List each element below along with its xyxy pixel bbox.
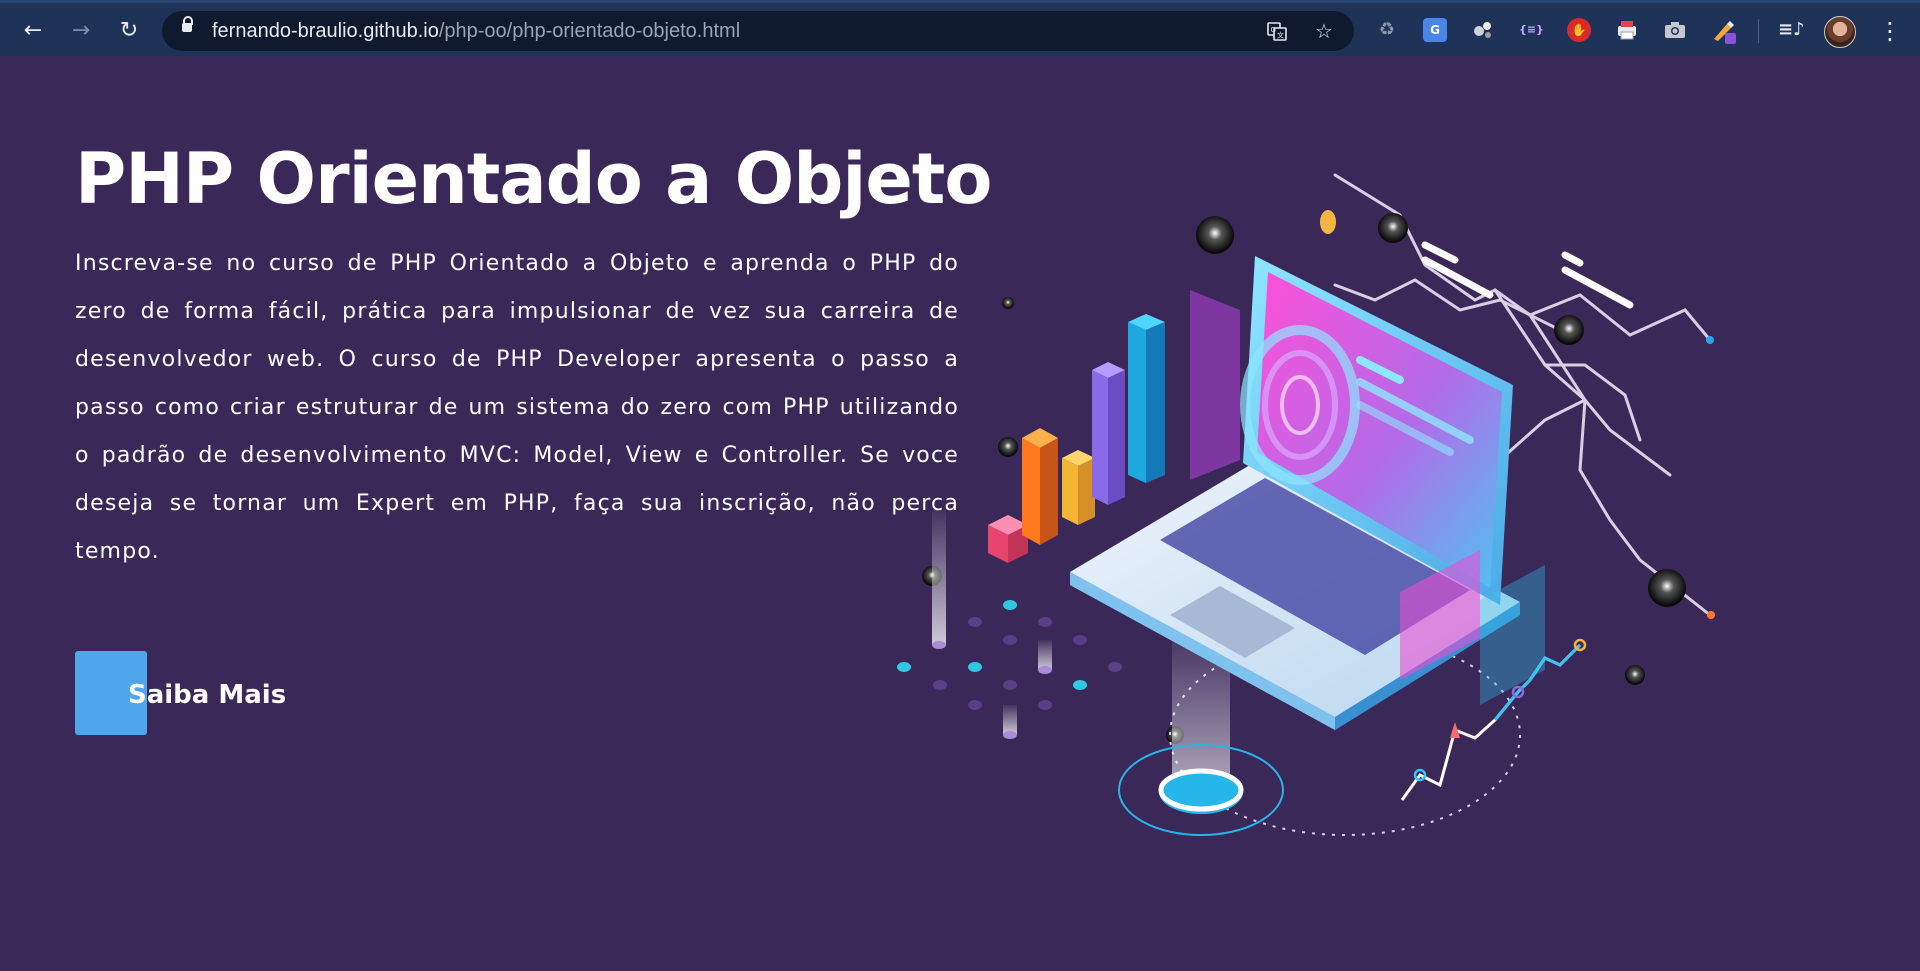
- google-translate-extension-icon[interactable]: G: [1423, 18, 1447, 42]
- url-text[interactable]: fernando-braulio.github.io/php-oo/php-or…: [212, 20, 740, 43]
- camera-extension-icon[interactable]: [1663, 18, 1687, 42]
- color-picker-extension-icon[interactable]: [1711, 18, 1736, 44]
- menu-icon[interactable]: ⋮: [1878, 16, 1902, 46]
- page-title: PHP Orientado a Objeto: [75, 138, 992, 220]
- hero-description: Inscreva-se no curso de PHP Orientado a …: [75, 251, 959, 564]
- url-path: /php-oo/php-orientado-objeto.html: [438, 20, 741, 42]
- address-bar[interactable]: fernando-braulio.github.io/php-oo/php-or…: [162, 11, 1354, 51]
- print-extension-icon[interactable]: [1615, 18, 1639, 42]
- back-panel: [1190, 290, 1240, 480]
- yellow-node: [1320, 210, 1336, 234]
- blue-node: [1706, 336, 1714, 344]
- recycle-extension-icon[interactable]: ♻: [1375, 18, 1399, 42]
- back-icon[interactable]: ←: [18, 16, 48, 46]
- isometric-bar-columns: [988, 314, 1165, 563]
- lock-icon[interactable]: [182, 16, 193, 32]
- url-host: fernando-braulio.github.io: [212, 20, 439, 42]
- toolbar-separator: [1758, 19, 1759, 43]
- molecule-extension-icon[interactable]: [1471, 18, 1495, 42]
- translate-icon[interactable]: G文: [1266, 20, 1288, 42]
- svg-text:G: G: [1271, 26, 1276, 34]
- floor-dots: [897, 600, 1122, 710]
- svg-text:文: 文: [1277, 31, 1284, 40]
- reload-icon[interactable]: ↻: [114, 16, 144, 46]
- isometric-laptop-illustration: [897, 173, 1715, 836]
- forward-icon[interactable]: →: [66, 16, 96, 46]
- adblock-extension-icon[interactable]: ✋: [1567, 18, 1591, 42]
- media-control-icon[interactable]: ≡♪: [1778, 18, 1805, 42]
- json-extension-icon[interactable]: {≡}: [1519, 18, 1544, 42]
- orange-node: [1707, 611, 1715, 619]
- saiba-mais-label[interactable]: Saiba Mais: [128, 680, 286, 710]
- bookmark-star-icon[interactable]: ☆: [1313, 20, 1335, 42]
- profile-avatar[interactable]: [1824, 16, 1856, 48]
- browser-toolbar: ← → ↻ fernando-braulio.github.io/php-oo/…: [0, 0, 1920, 56]
- circuit-dashes: [1421, 241, 1634, 309]
